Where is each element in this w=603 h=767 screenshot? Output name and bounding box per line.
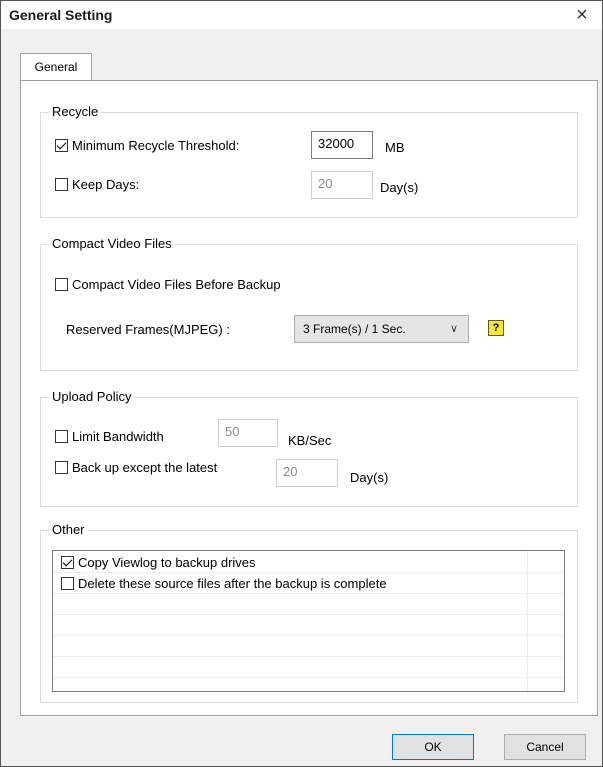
min-recycle-threshold-row: Minimum Recycle Threshold: — [55, 138, 239, 153]
limit-bandwidth-label: Limit Bandwidth — [72, 429, 164, 444]
list-row-divider — [53, 593, 564, 594]
list-row-divider — [53, 656, 564, 657]
list-column-divider — [527, 551, 528, 691]
copy-viewlog-checkbox[interactable] — [61, 556, 74, 569]
dialog-title: General Setting — [9, 7, 113, 23]
list-row-divider — [53, 614, 564, 615]
tab-general[interactable]: General — [20, 53, 92, 80]
keep-days-unit: Day(s) — [380, 180, 419, 195]
delete-source-files-checkbox[interactable] — [61, 577, 74, 590]
chevron-down-icon: ∨ — [449, 323, 458, 335]
title-bar: General Setting × — [1, 1, 602, 29]
keep-days-checkbox[interactable] — [55, 178, 68, 191]
cancel-button[interactable]: Cancel — [504, 734, 586, 760]
backup-except-latest-checkbox[interactable] — [55, 461, 68, 474]
reserved-frames-selected: 3 Frame(s) / 1 Sec. — [303, 322, 406, 336]
limit-bandwidth-checkbox[interactable] — [55, 430, 68, 443]
copy-viewlog-label: Copy Viewlog to backup drives — [78, 555, 256, 570]
compact-video-files-group: Compact Video Files Compact Video Files … — [40, 236, 578, 371]
delete-source-files-label: Delete these source files after the back… — [78, 576, 387, 591]
other-legend: Other — [49, 522, 88, 537]
reserved-frames-label: Reserved Frames(MJPEG) : — [66, 322, 230, 337]
compact-before-backup-row: Compact Video Files Before Backup — [55, 277, 281, 292]
general-setting-dialog: General Setting × General Recycle Minimu… — [0, 0, 603, 767]
list-item[interactable]: Copy Viewlog to backup drives — [61, 555, 256, 570]
limit-bandwidth-input[interactable]: 50 — [218, 419, 278, 447]
general-panel: Recycle Minimum Recycle Threshold: 32000… — [20, 80, 598, 716]
tab-strip: General — [1, 29, 602, 81]
backup-except-latest-row: Back up except the latest — [55, 460, 217, 475]
compact-before-backup-checkbox[interactable] — [55, 278, 68, 291]
recycle-legend: Recycle — [49, 104, 102, 119]
keep-days-label: Keep Days: — [72, 177, 140, 192]
keep-days-input[interactable]: 20 — [311, 171, 373, 199]
upload-policy-group: Upload Policy Limit Bandwidth 50 KB/Sec … — [40, 389, 578, 507]
min-recycle-threshold-label: Minimum Recycle Threshold: — [72, 138, 240, 153]
list-row-divider — [53, 635, 564, 636]
upload-policy-legend: Upload Policy — [49, 389, 135, 404]
other-options-list[interactable]: Copy Viewlog to backup drives Delete the… — [52, 550, 565, 692]
help-icon[interactable]: ? — [488, 320, 504, 336]
min-recycle-threshold-input[interactable]: 32000 — [311, 131, 373, 159]
compact-video-files-legend: Compact Video Files — [49, 236, 175, 251]
compact-before-backup-label: Compact Video Files Before Backup — [72, 277, 281, 292]
backup-except-latest-label: Back up except the latest — [72, 460, 218, 475]
keep-days-row: Keep Days: — [55, 177, 139, 192]
limit-bandwidth-unit: KB/Sec — [288, 433, 332, 448]
list-row-divider — [53, 677, 564, 678]
recycle-group: Recycle Minimum Recycle Threshold: 32000… — [40, 104, 578, 218]
ok-button[interactable]: OK — [392, 734, 474, 760]
backup-except-latest-input[interactable]: 20 — [276, 459, 338, 487]
close-icon[interactable]: × — [570, 3, 594, 27]
list-item[interactable]: Delete these source files after the back… — [61, 576, 387, 591]
limit-bandwidth-row: Limit Bandwidth — [55, 429, 164, 444]
min-recycle-threshold-checkbox[interactable] — [55, 139, 68, 152]
min-recycle-threshold-unit: MB — [385, 140, 405, 155]
reserved-frames-select[interactable]: 3 Frame(s) / 1 Sec. ∨ — [294, 315, 469, 343]
list-row-divider — [53, 572, 564, 573]
backup-except-latest-unit: Day(s) — [350, 470, 389, 485]
other-group: Other Copy Viewlog to backup drives Dele… — [40, 522, 578, 703]
